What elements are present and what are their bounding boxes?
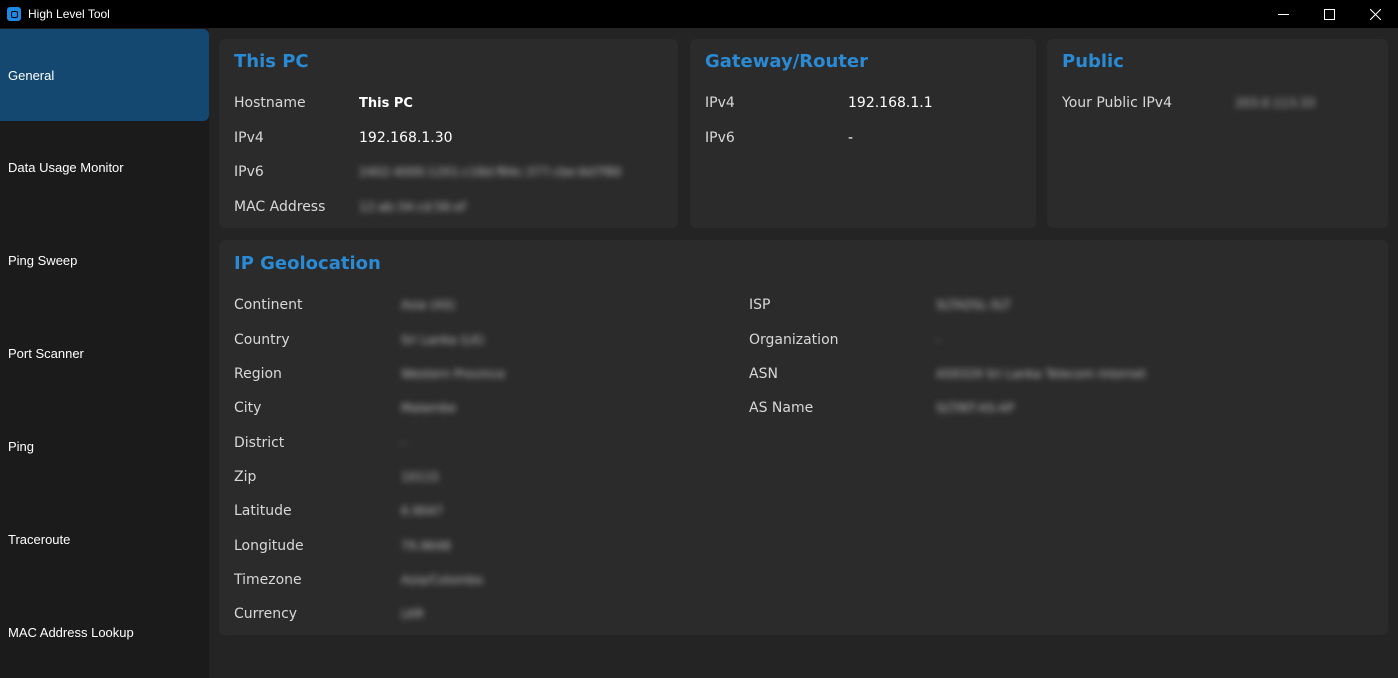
geo-label: ASN	[749, 366, 778, 382]
window-title: High Level Tool	[28, 7, 110, 21]
gateway-ipv4-label: IPv4	[705, 95, 735, 111]
geo-label: Zip	[234, 469, 257, 485]
card-title: Gateway/Router	[705, 51, 868, 72]
public-card: Public Your Public IPv4 203.0.113.33	[1047, 39, 1388, 228]
sidebar-item-ping-sweep[interactable]: Ping Sweep	[0, 214, 209, 306]
ip-geolocation-card: IP Geolocation Continent Asia (AS) Count…	[219, 240, 1388, 635]
public-ipv4-label: Your Public IPv4	[1062, 95, 1172, 111]
app-logo-icon	[7, 7, 21, 21]
geo-label: Longitude	[234, 538, 304, 554]
this-pc-card: This PC Hostname This PC IPv4 192.168.1.…	[219, 39, 678, 228]
maximize-button[interactable]	[1306, 0, 1352, 28]
card-title: IP Geolocation	[234, 253, 381, 274]
title-bar: High Level Tool	[0, 0, 1398, 28]
sidebar-item-label: Ping Sweep	[8, 252, 78, 268]
sidebar-item-label: Traceroute	[8, 531, 71, 547]
hostname-label: Hostname	[234, 95, 306, 111]
ipv6-value: 2402:4000:1201:c18d:f84c:377:cbe:6d7f80	[359, 165, 622, 179]
geo-value: 10115	[401, 470, 440, 484]
sidebar-item-data-usage-monitor[interactable]: Data Usage Monitor	[0, 121, 209, 213]
gateway-ipv6-label: IPv6	[705, 130, 735, 146]
close-button[interactable]	[1352, 0, 1398, 28]
close-icon	[1369, 8, 1381, 20]
ipv4-label: IPv4	[234, 130, 264, 146]
card-title: Public	[1062, 51, 1124, 72]
geo-value: -	[401, 436, 406, 450]
sidebar-item-ping[interactable]: Ping	[0, 400, 209, 492]
sidebar-item-label: Ping	[8, 438, 35, 454]
maximize-icon	[1323, 8, 1335, 20]
gateway-ipv6-value: -	[848, 130, 854, 146]
sidebar-item-label: General	[8, 67, 55, 83]
minimize-button[interactable]	[1260, 0, 1306, 28]
mac-address-value: 12:ab:34:cd:56:ef	[359, 200, 466, 214]
geo-label: Country	[234, 332, 290, 348]
geo-label: Currency	[234, 606, 298, 622]
public-ipv4-value: 203.0.113.33	[1235, 96, 1316, 110]
geo-label: Latitude	[234, 503, 292, 519]
geo-label: Timezone	[234, 572, 302, 588]
geo-value: SLTADSL-SLT	[936, 298, 1011, 312]
geo-label: City	[234, 400, 262, 416]
sidebar-item-label: Data Usage Monitor	[8, 159, 124, 175]
mac-address-label: MAC Address	[234, 199, 326, 215]
geo-value: 6.9047	[401, 504, 443, 518]
geo-value: Sri Lanka (LK)	[401, 333, 485, 347]
geo-label: Continent	[234, 297, 303, 313]
window-controls	[1260, 0, 1398, 28]
sidebar-item-label: Port Scanner	[8, 345, 84, 361]
geo-value: 79.9648	[401, 539, 451, 553]
geo-value: SLTINT-AS-AP	[936, 401, 1015, 415]
geo-value: LKR	[401, 607, 424, 621]
geo-label: Region	[234, 366, 282, 382]
geo-value: Malambe	[401, 401, 457, 415]
minimize-icon	[1277, 13, 1289, 15]
gateway-ipv4-value: 192.168.1.1	[848, 95, 933, 111]
geo-value: Western Province	[401, 367, 506, 381]
hostname-value: This PC	[359, 96, 413, 111]
geo-value: Asia/Colombo	[401, 573, 484, 587]
sidebar: General Data Usage Monitor Ping Sweep Po…	[0, 28, 209, 678]
sidebar-item-label: MAC Address Lookup	[8, 624, 134, 640]
sidebar-item-port-scanner[interactable]: Port Scanner	[0, 307, 209, 399]
ipv6-label: IPv6	[234, 164, 264, 180]
geo-label: AS Name	[749, 400, 814, 416]
geo-label: ISP	[749, 297, 771, 313]
sidebar-item-mac-address-lookup[interactable]: MAC Address Lookup	[0, 586, 209, 678]
geo-label: District	[234, 435, 285, 451]
geo-value: AS9329 Sri Lanka Telecom Internet	[936, 367, 1146, 381]
geo-label: Organization	[749, 332, 839, 348]
geo-value: Asia (AS)	[401, 298, 456, 312]
geo-value: -	[936, 333, 941, 347]
sidebar-item-traceroute[interactable]: Traceroute	[0, 493, 209, 585]
gateway-router-card: Gateway/Router IPv4 192.168.1.1 IPv6 -	[690, 39, 1036, 228]
card-title: This PC	[234, 51, 309, 72]
ipv4-value: 192.168.1.30	[359, 130, 453, 146]
sidebar-item-general[interactable]: General	[0, 29, 209, 121]
